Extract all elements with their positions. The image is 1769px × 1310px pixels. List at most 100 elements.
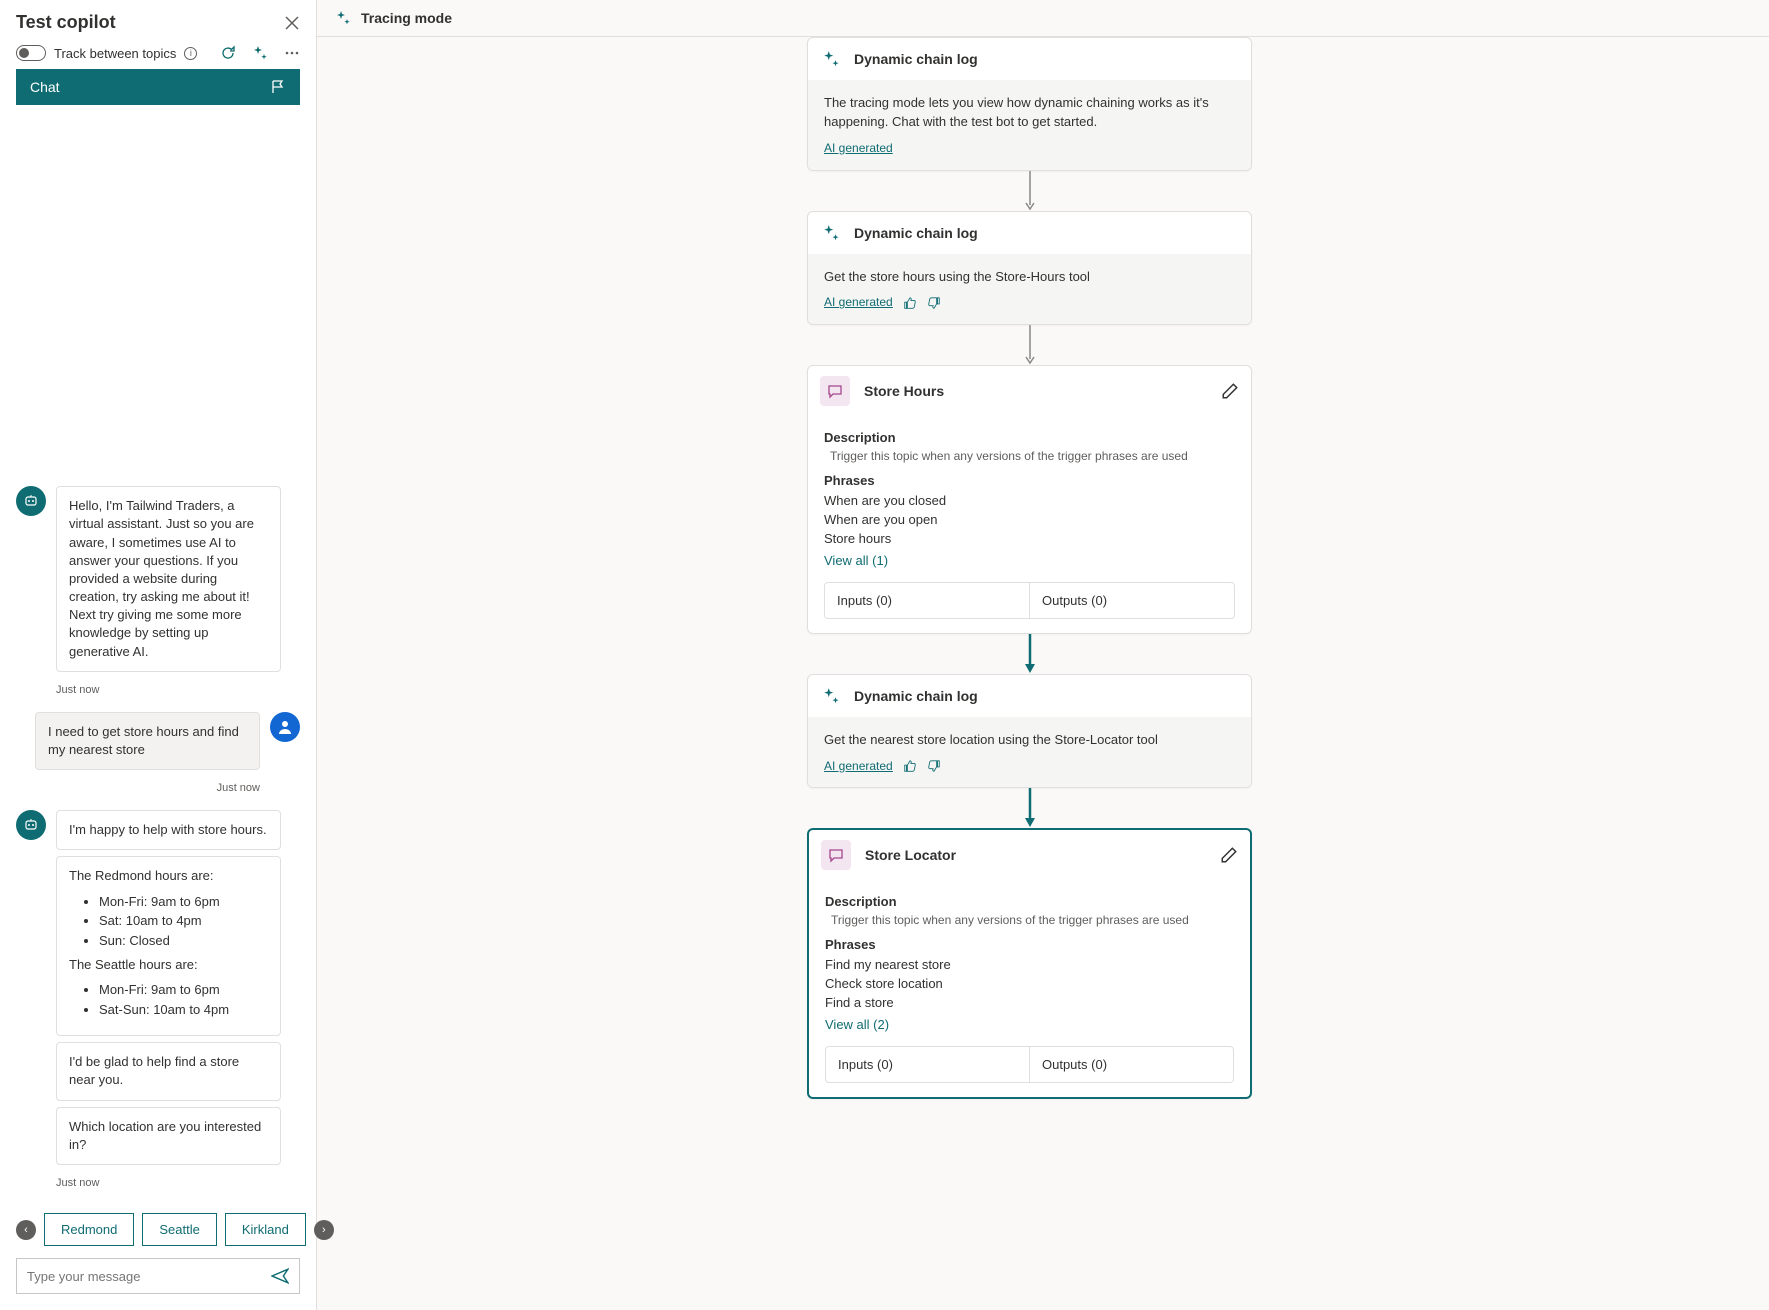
hours-item: Sat: 10am to 4pm xyxy=(99,911,268,931)
hours-item: Sun: Closed xyxy=(99,931,268,951)
bot-hours-message: The Redmond hours are: Mon-Fri: 9am to 6… xyxy=(56,856,281,1036)
sparkle-icon xyxy=(822,50,840,68)
test-copilot-panel: Test copilot Track between topics i Chat… xyxy=(0,0,317,1310)
thumbs-up-icon[interactable] xyxy=(903,296,917,310)
redmond-hours-title: The Redmond hours are: xyxy=(69,867,268,885)
node-header: Dynamic chain log xyxy=(808,212,1251,254)
phrase-item: Find my nearest store xyxy=(825,956,1234,975)
inputs-cell[interactable]: Inputs (0) xyxy=(825,583,1029,618)
chat-tab-label: Chat xyxy=(30,79,60,95)
user-avatar xyxy=(270,712,300,742)
suggestion-seattle[interactable]: Seattle xyxy=(142,1213,216,1246)
thumbs-up-icon[interactable] xyxy=(903,759,917,773)
sparkle-icon xyxy=(335,10,351,26)
phrase-item: Check store location xyxy=(825,975,1234,994)
phrases-label: Phrases xyxy=(825,937,1234,952)
toolbar-right xyxy=(220,45,300,61)
chain-log-node[interactable]: Dynamic chain log Get the nearest store … xyxy=(807,674,1252,789)
node-body: Get the store hours using the Store-Hour… xyxy=(808,254,1251,325)
hours-item: Sat-Sun: 10am to 4pm xyxy=(99,1000,268,1020)
topic-body: Description Trigger this topic when any … xyxy=(809,880,1250,1097)
description-label: Description xyxy=(824,430,1235,445)
node-text: Get the nearest store location using the… xyxy=(824,731,1235,750)
connector xyxy=(1029,634,1031,674)
edit-icon[interactable] xyxy=(1221,382,1239,400)
tracing-canvas[interactable]: Dynamic chain log The tracing mode lets … xyxy=(317,37,1769,1310)
timestamp: Just now xyxy=(16,1177,300,1189)
io-row: Inputs (0) Outputs (0) xyxy=(824,582,1235,619)
chain-log-node[interactable]: Dynamic chain log Get the store hours us… xyxy=(807,211,1252,326)
bot-glad-message: I'd be glad to help find a store near yo… xyxy=(56,1042,281,1100)
track-toggle[interactable] xyxy=(16,45,46,61)
view-all-link[interactable]: View all (1) xyxy=(824,553,888,568)
hours-item: Mon-Fri: 9am to 6pm xyxy=(99,980,268,1000)
info-icon[interactable]: i xyxy=(184,47,197,60)
topic-header: Store Locator xyxy=(809,830,1250,880)
inputs-cell[interactable]: Inputs (0) xyxy=(826,1047,1029,1082)
ai-generated-row: AI generated xyxy=(824,294,941,311)
connector xyxy=(1029,325,1031,365)
bot-message-row: Hello, I'm Tailwind Traders, a virtual a… xyxy=(16,486,300,678)
node-text: Get the store hours using the Store-Hour… xyxy=(824,268,1235,287)
suggestion-kirkland[interactable]: Kirkland xyxy=(225,1213,306,1246)
sparkle-icon[interactable] xyxy=(252,45,268,61)
chain-log-node[interactable]: Dynamic chain log The tracing mode lets … xyxy=(807,37,1252,171)
thumbs-down-icon[interactable] xyxy=(927,296,941,310)
view-all-link[interactable]: View all (2) xyxy=(825,1017,889,1032)
bot-avatar xyxy=(16,486,46,516)
user-message-row: I need to get store hours and find my ne… xyxy=(16,712,300,776)
tracing-header: Tracing mode xyxy=(317,0,1769,37)
panel-title: Test copilot xyxy=(16,12,116,33)
timestamp: Just now xyxy=(16,684,300,696)
sparkle-icon xyxy=(822,224,840,242)
ai-generated-link[interactable]: AI generated xyxy=(824,294,893,311)
phrase-item: Find a store xyxy=(825,994,1234,1013)
description-label: Description xyxy=(825,894,1234,909)
more-icon[interactable] xyxy=(284,45,300,61)
user-message: I need to get store hours and find my ne… xyxy=(35,712,260,770)
bot-message-row: I'm happy to help with store hours. The … xyxy=(16,810,300,1171)
io-row: Inputs (0) Outputs (0) xyxy=(825,1046,1234,1083)
topic-title: Store Locator xyxy=(865,847,1206,863)
refresh-icon[interactable] xyxy=(220,45,236,61)
node-title: Dynamic chain log xyxy=(854,51,978,67)
tracing-title: Tracing mode xyxy=(361,10,452,26)
node-header: Dynamic chain log xyxy=(808,38,1251,80)
ai-generated-link[interactable]: AI generated xyxy=(824,140,893,157)
ai-generated-link[interactable]: AI generated xyxy=(824,758,893,775)
thumbs-down-icon[interactable] xyxy=(927,759,941,773)
sparkle-icon xyxy=(822,687,840,705)
message-input[interactable] xyxy=(27,1269,271,1284)
topic-node-store-hours[interactable]: ✓ Store Hours Description Trigger this t… xyxy=(807,365,1252,634)
timestamp: Just now xyxy=(16,782,300,794)
flag-icon[interactable] xyxy=(270,79,286,95)
node-body: The tracing mode lets you view how dynam… xyxy=(808,80,1251,170)
track-label: Track between topics xyxy=(54,46,176,61)
connector xyxy=(1029,788,1031,828)
toolbar-left: Track between topics i xyxy=(16,45,197,61)
phrase-item: When are you open xyxy=(824,511,1235,530)
edit-icon[interactable] xyxy=(1220,846,1238,864)
phrase-item: When are you closed xyxy=(824,492,1235,511)
close-icon[interactable] xyxy=(284,15,300,31)
tracing-panel: Tracing mode Dynamic chain log The traci… xyxy=(317,0,1769,1310)
message-input-row xyxy=(16,1258,300,1294)
description-text: Trigger this topic when any versions of … xyxy=(831,913,1234,927)
node-body: Get the nearest store location using the… xyxy=(808,717,1251,788)
suggestions-prev-icon[interactable]: ‹ xyxy=(16,1220,36,1240)
node-title: Dynamic chain log xyxy=(854,225,978,241)
panel-toolbar: Track between topics i xyxy=(0,41,316,69)
seattle-hours-title: The Seattle hours are: xyxy=(69,956,268,974)
send-icon[interactable] xyxy=(271,1267,289,1285)
topic-node-store-locator[interactable]: ✓ Store Locator Description Trigger this… xyxy=(807,828,1252,1099)
outputs-cell[interactable]: Outputs (0) xyxy=(1029,1047,1233,1082)
chat-icon xyxy=(828,847,844,863)
node-text: The tracing mode lets you view how dynam… xyxy=(824,94,1235,132)
suggestion-redmond[interactable]: Redmond xyxy=(44,1213,134,1246)
node-title: Dynamic chain log xyxy=(854,688,978,704)
outputs-cell[interactable]: Outputs (0) xyxy=(1029,583,1234,618)
node-header: Dynamic chain log xyxy=(808,675,1251,717)
chat-tab[interactable]: Chat xyxy=(16,69,300,105)
topic-header: Store Hours xyxy=(808,366,1251,416)
connector xyxy=(1029,171,1031,211)
